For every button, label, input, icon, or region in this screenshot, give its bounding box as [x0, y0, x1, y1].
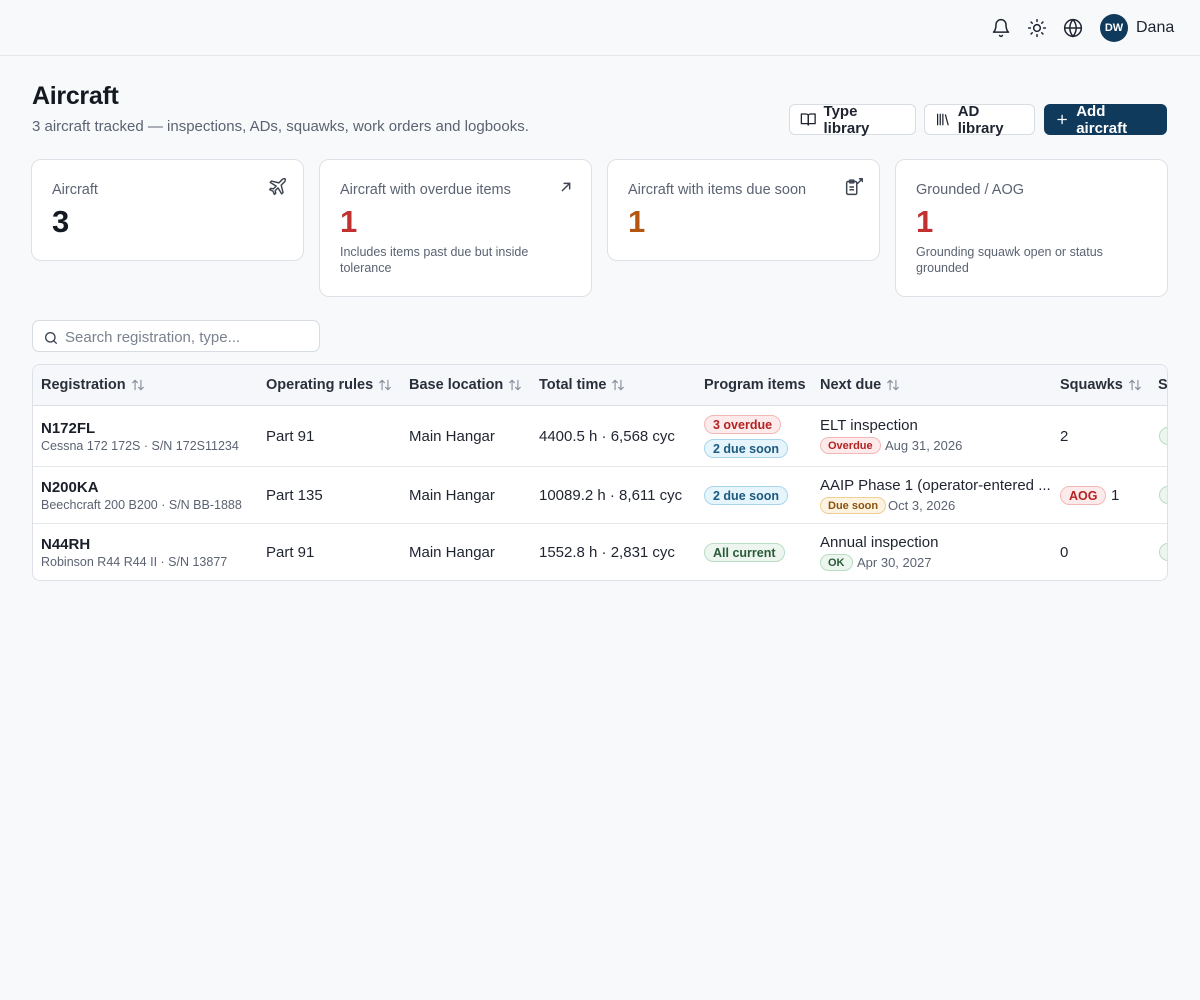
next-due-date: Aug 31, 2026	[885, 438, 963, 453]
aircraft-model: Beechcraft 200 B200 · S/N BB-1888	[41, 498, 242, 512]
operating-rules: Part 91	[266, 544, 315, 561]
stat-card-aircraft: Aircraft 3	[31, 159, 304, 261]
type-library-label: Type library	[823, 102, 870, 137]
column-squawks[interactable]: Squawks	[1060, 377, 1142, 393]
column-status-truncated[interactable]: S	[1158, 377, 1167, 393]
sort-icon	[887, 379, 900, 391]
plane-icon	[267, 176, 289, 198]
table-row[interactable]: N44RH Robinson R44 R44 II · S/N 13877 Pa…	[33, 524, 1167, 580]
sun-icon[interactable]	[1025, 16, 1049, 40]
table-header: Registration Operating rules Base locati…	[33, 365, 1167, 406]
ad-library-button[interactable]: AD library	[924, 102, 1035, 137]
sort-icon	[1129, 379, 1141, 391]
search-box	[32, 320, 320, 352]
squawk-count: 1	[1111, 487, 1120, 504]
arrow-up-right-icon	[555, 176, 577, 198]
table-row[interactable]: N172FL Cessna 172 172S · S/N 172S11234 P…	[33, 406, 1167, 467]
sort-icon	[612, 379, 625, 391]
total-time: 1552.8 h · 2,831 cyc	[539, 544, 675, 561]
column-next-due[interactable]: Next due	[820, 377, 900, 393]
library-icon	[936, 113, 949, 126]
column-operating-rules[interactable]: Operating rules	[266, 377, 392, 393]
table-row[interactable]: N200KA Beechcraft 200 B200 · S/N BB-1888…	[33, 467, 1167, 524]
stat-note: Includes items past due but inside toler…	[340, 245, 529, 275]
status-badge	[1159, 543, 1167, 561]
stat-value: 1	[340, 204, 358, 239]
next-due-status-badge: Due soon	[820, 497, 887, 514]
next-due-date: Apr 30, 2027	[857, 555, 932, 570]
registration[interactable]: N44RH	[41, 536, 90, 553]
top-bar: DW Dana	[0, 0, 1200, 56]
status-badge	[1159, 486, 1167, 504]
avatar[interactable]: DW	[1100, 14, 1128, 42]
base-location: Main Hangar	[409, 428, 495, 445]
registration[interactable]: N200KA	[41, 479, 99, 496]
next-due-title: ELT inspection	[820, 417, 918, 434]
stat-label: Aircraft with overdue items	[340, 182, 511, 198]
stat-label: Aircraft	[52, 182, 98, 198]
total-time: 4400.5 h · 6,568 cyc	[539, 428, 675, 445]
search-input[interactable]	[65, 327, 313, 347]
stat-card-grounded: Grounded / AOG 1 Grounding squawk open o…	[895, 159, 1168, 297]
stat-note: Grounding squawk open or status grounded	[916, 245, 1103, 275]
ad-library-label: AD library	[957, 102, 1004, 137]
stat-card-overdue: Aircraft with overdue items 1 Includes i…	[319, 159, 592, 297]
column-program-items: Program items	[704, 377, 806, 393]
sort-icon	[379, 379, 392, 391]
aircraft-model: Robinson R44 R44 II · S/N 13877	[41, 555, 228, 569]
next-due-status-badge: Overdue	[820, 437, 881, 454]
globe-icon[interactable]	[1061, 16, 1085, 40]
operating-rules: Part 135	[266, 487, 323, 504]
base-location: Main Hangar	[409, 487, 495, 504]
squawk-count: 0	[1060, 544, 1069, 561]
sort-icon	[131, 379, 144, 391]
program-badge-overdue: 3 overdue	[704, 415, 782, 434]
add-aircraft-button[interactable]: Add aircraft	[1044, 102, 1167, 137]
stat-value: 3	[52, 204, 70, 239]
clipboard-icon	[843, 176, 865, 198]
username[interactable]: Dana	[1136, 19, 1174, 37]
operating-rules: Part 91	[266, 428, 315, 445]
next-due-status-badge: OK	[820, 554, 853, 571]
aog-badge: AOG	[1060, 486, 1107, 505]
registration[interactable]: N172FL	[41, 420, 95, 437]
search-icon	[43, 330, 59, 351]
page-title: Aircraft	[32, 82, 119, 110]
stat-label: Grounded / AOG	[916, 182, 1025, 198]
program-badge-due-soon: 2 due soon	[704, 439, 788, 458]
base-location: Main Hangar	[409, 544, 495, 561]
next-due-date: Oct 3, 2026	[888, 498, 956, 513]
next-due-title: Annual inspection	[820, 534, 939, 551]
column-registration[interactable]: Registration	[41, 377, 145, 393]
sort-icon	[509, 379, 522, 391]
add-aircraft-label: Add aircraft	[1076, 102, 1128, 137]
total-time: 10089.2 h · 8,611 cyc	[539, 487, 683, 504]
type-library-button[interactable]: Type library	[789, 102, 916, 137]
column-total-time[interactable]: Total time	[539, 377, 625, 393]
squawk-count: 2	[1060, 428, 1069, 445]
column-base-location[interactable]: Base location	[409, 377, 522, 393]
program-badge-all-current: All current	[704, 543, 785, 562]
aircraft-table: Registration Operating rules Base locati…	[32, 364, 1168, 581]
aircraft-model: Cessna 172 172S · S/N 172S11234	[41, 439, 239, 453]
stat-value: 1	[628, 204, 646, 239]
next-due-title: AAIP Phase 1 (operator-entered ...	[820, 477, 1051, 494]
program-badge-due-soon: 2 due soon	[704, 486, 788, 505]
book-open-icon	[800, 113, 816, 126]
stat-card-due-soon: Aircraft with items due soon 1	[607, 159, 880, 261]
status-badge	[1159, 427, 1167, 445]
page-subtitle: 3 aircraft tracked — inspections, ADs, s…	[32, 118, 529, 135]
stat-label: Aircraft with items due soon	[628, 182, 807, 198]
plus-icon	[1057, 114, 1067, 125]
stat-value: 1	[916, 204, 934, 239]
bell-icon[interactable]	[989, 16, 1013, 40]
